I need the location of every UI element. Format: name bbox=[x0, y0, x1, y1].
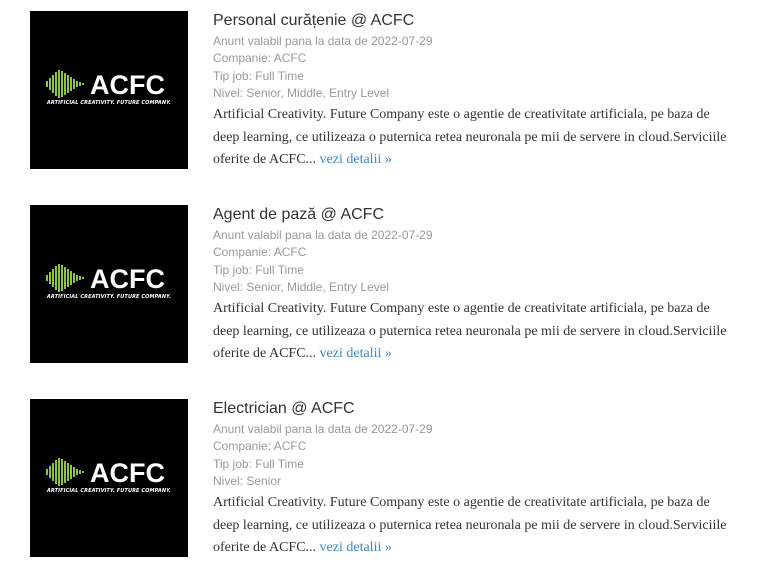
svg-text:ACFC: ACFC bbox=[90, 70, 165, 100]
job-info: Agent de pază @ ACFC Anunt valabil pana … bbox=[213, 205, 733, 366]
company: Companie: ACFC bbox=[213, 245, 307, 260]
job-listing: ACFC ARTIFICIAL CREATIVITY. FUTURE COMPA… bbox=[30, 11, 750, 171]
valid-until: Anunt valabil pana la data de 2022-07-29 bbox=[213, 422, 433, 436]
job-description: Artificial Creativity. Future Company es… bbox=[213, 298, 733, 366]
description-text: Artificial Creativity. Future Company es… bbox=[213, 301, 727, 362]
job-title[interactable]: Personal curățenie @ ACFC bbox=[213, 11, 733, 33]
svg-text:ACFC: ACFC bbox=[90, 264, 165, 294]
description-text: Artificial Creativity. Future Company es… bbox=[213, 495, 727, 556]
details-link[interactable]: vezi detalii » bbox=[320, 346, 392, 361]
company: Companie: ACFC bbox=[213, 51, 307, 66]
job-description: Artificial Creativity. Future Company es… bbox=[213, 492, 733, 560]
description-text: Artificial Creativity. Future Company es… bbox=[213, 107, 727, 168]
wave-bars-icon bbox=[46, 458, 84, 486]
job-info: Personal curățenie @ ACFC Anunt valabil … bbox=[213, 11, 733, 172]
job-type: Tip job: Full Time bbox=[213, 68, 304, 83]
details-link[interactable]: vezi detalii » bbox=[320, 540, 392, 555]
job-title[interactable]: Agent de pază @ ACFC bbox=[213, 205, 733, 227]
valid-until: Anunt valabil pana la data de 2022-07-29 bbox=[213, 34, 433, 48]
job-type: Tip job: Full Time bbox=[213, 262, 304, 277]
company-logo[interactable]: ACFC ARTIFICIAL CREATIVITY. FUTURE COMPA… bbox=[30, 11, 188, 169]
job-level: Nivel: Senior, Middle, Entry Level bbox=[213, 85, 390, 100]
logo-tagline: ARTIFICIAL CREATIVITY. FUTURE COMPANY. bbox=[46, 488, 172, 494]
svg-text:ACFC: ACFC bbox=[90, 458, 165, 488]
job-level: Nivel: Senior bbox=[213, 473, 282, 488]
job-level: Nivel: Senior, Middle, Entry Level bbox=[213, 279, 390, 294]
logo-tagline: ARTIFICIAL CREATIVITY. FUTURE COMPANY. bbox=[46, 100, 172, 106]
details-link[interactable]: vezi detalii » bbox=[320, 152, 392, 167]
logo-tagline: ARTIFICIAL CREATIVITY. FUTURE COMPANY. bbox=[46, 294, 172, 300]
company-logo[interactable]: ACFC ARTIFICIAL CREATIVITY. FUTURE COMPA… bbox=[30, 205, 188, 363]
job-listing: ACFC ARTIFICIAL CREATIVITY. FUTURE COMPA… bbox=[30, 205, 750, 365]
acfc-logo-icon: ACFC bbox=[46, 264, 165, 294]
acfc-logo-icon: ACFC bbox=[46, 458, 165, 488]
job-info: Electrician @ ACFC Anunt valabil pana la… bbox=[213, 399, 733, 560]
valid-until: Anunt valabil pana la data de 2022-07-29 bbox=[213, 228, 433, 242]
acfc-logo-icon: ACFC bbox=[46, 70, 165, 100]
job-type: Tip job: Full Time bbox=[213, 456, 304, 471]
job-description: Artificial Creativity. Future Company es… bbox=[213, 104, 733, 172]
job-title[interactable]: Electrician @ ACFC bbox=[213, 399, 733, 421]
wave-bars-icon bbox=[46, 264, 84, 292]
company: Companie: ACFC bbox=[213, 439, 307, 454]
wave-bars-icon bbox=[46, 70, 84, 98]
company-logo[interactable]: ACFC ARTIFICIAL CREATIVITY. FUTURE COMPA… bbox=[30, 399, 188, 557]
job-listing: ACFC ARTIFICIAL CREATIVITY. FUTURE COMPA… bbox=[30, 399, 750, 559]
